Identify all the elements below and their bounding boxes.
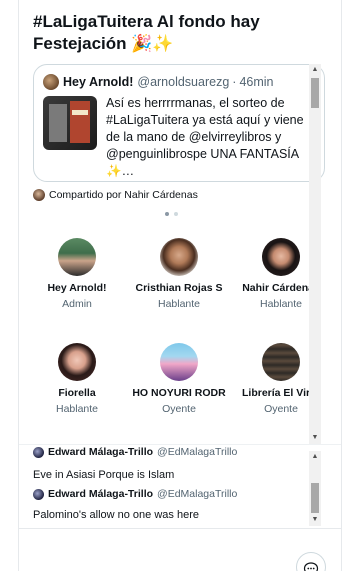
participant-name: HO NOYURI RODR bbox=[132, 387, 226, 399]
pinned-tweet-text: Así es herrrrmanas, el sorteo de #LaLiga… bbox=[106, 96, 304, 178]
comments-scrollbar[interactable]: ▲ ▼ bbox=[309, 451, 321, 526]
participant-card[interactable]: Cristhian Rojas S Hablante bbox=[129, 238, 229, 310]
message-button[interactable] bbox=[296, 552, 326, 571]
pinned-tweet-time[interactable]: 46min bbox=[239, 75, 273, 89]
pinned-tweet-image[interactable] bbox=[43, 96, 97, 150]
pinned-tweet-author-name[interactable]: Hey Arnold! bbox=[63, 75, 133, 89]
bottom-bar bbox=[19, 528, 341, 571]
participant-avatar bbox=[160, 343, 198, 381]
message-icon bbox=[303, 562, 319, 571]
comment-header: Edward Málaga-Trillo @EdMalagaTrillo bbox=[33, 447, 237, 458]
participant-name: Fiorella bbox=[58, 387, 96, 399]
comment-header: Edward Málaga-Trillo @EdMalagaTrillo bbox=[33, 488, 237, 500]
comment-author-handle[interactable]: @EdMalagaTrillo bbox=[157, 447, 237, 458]
pinned-tweet-avatar[interactable] bbox=[43, 74, 59, 90]
comment-message: Palomino's allow no one was here bbox=[33, 509, 199, 521]
participant-avatar bbox=[58, 343, 96, 381]
participant-role: Admin bbox=[62, 298, 92, 310]
section-divider bbox=[19, 444, 341, 445]
scroll-up-arrow[interactable]: ▲ bbox=[311, 453, 319, 461]
comments-area: Edward Málaga-Trillo @EdMalagaTrillo Eve… bbox=[19, 447, 321, 526]
participant-role: Hablante bbox=[55, 403, 99, 415]
scroll-down-arrow[interactable]: ▼ bbox=[311, 516, 319, 524]
participant-role: Oyente bbox=[162, 403, 196, 415]
participant-avatar bbox=[58, 238, 96, 276]
space-panel: #LaLigaTuitera Al fondo hay Festejación … bbox=[18, 0, 342, 571]
shared-by: Compartido por Nahir Cárdenas bbox=[33, 189, 198, 201]
participant-card[interactable]: Hey Arnold! Admin bbox=[27, 238, 127, 310]
pager-dot-1[interactable] bbox=[165, 212, 169, 216]
pager-dot-2[interactable] bbox=[174, 212, 178, 216]
comment-message: Eve in Asiasi Porque is Islam bbox=[33, 469, 175, 481]
comment-author-name[interactable]: Edward Málaga-Trillo bbox=[48, 488, 153, 500]
card-pager[interactable] bbox=[165, 212, 178, 216]
space-title: #LaLigaTuitera Al fondo hay Festejación … bbox=[33, 12, 260, 53]
space-main-area: Hey Arnold! @arnoldsuarezg · 46min Así e… bbox=[19, 64, 325, 444]
participant-avatar bbox=[160, 238, 198, 276]
participant-card[interactable]: Fiorella Hablante bbox=[27, 343, 127, 415]
scroll-thumb[interactable] bbox=[311, 483, 319, 513]
shared-by-label: Compartido por Nahir Cárdenas bbox=[49, 189, 198, 201]
pinned-tweet-card[interactable]: Hey Arnold! @arnoldsuarezg · 46min Así e… bbox=[33, 64, 325, 182]
comment-author-name[interactable]: Edward Málaga-Trillo bbox=[48, 447, 153, 458]
scroll-down-arrow[interactable]: ▼ bbox=[311, 434, 319, 442]
participant-name: Cristhian Rojas S bbox=[135, 282, 223, 294]
participant-role: Hablante bbox=[157, 298, 201, 310]
scroll-thumb[interactable] bbox=[311, 78, 319, 108]
shared-by-avatar bbox=[33, 189, 45, 201]
main-scrollbar[interactable]: ▲ ▼ bbox=[309, 64, 321, 444]
participant-avatar bbox=[262, 238, 300, 276]
pinned-tweet-header: Hey Arnold! @arnoldsuarezg · 46min bbox=[43, 74, 274, 90]
scroll-up-arrow[interactable]: ▲ bbox=[311, 66, 319, 74]
comment-author-handle[interactable]: @EdMalagaTrillo bbox=[157, 488, 237, 500]
comment-avatar[interactable] bbox=[33, 488, 44, 500]
pinned-tweet-separator: · bbox=[232, 75, 237, 89]
participant-name: Hey Arnold! bbox=[47, 282, 107, 294]
pinned-tweet-author-handle[interactable]: @arnoldsuarezg bbox=[137, 75, 229, 89]
comment-avatar[interactable] bbox=[33, 447, 44, 458]
participant-card[interactable]: HO NOYURI RODR Oyente bbox=[129, 343, 229, 415]
participant-avatar bbox=[262, 343, 300, 381]
